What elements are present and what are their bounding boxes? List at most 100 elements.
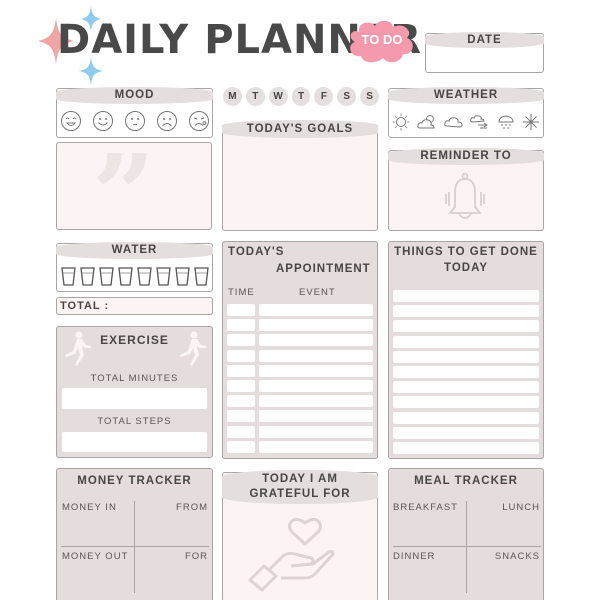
money-for-label: FOR: [184, 551, 208, 562]
appointment-event-field[interactable]: [259, 440, 373, 453]
weekday-selector: M T W T F S S: [223, 87, 383, 107]
todo-item-field[interactable]: [393, 366, 539, 378]
money-out-label: MONEY OUT: [62, 551, 129, 562]
money-tracker-label: MONEY TRACKER: [77, 475, 192, 487]
appointment-event-field[interactable]: [259, 395, 373, 408]
weather-label: WEATHER: [388, 87, 544, 104]
cloudy-icon[interactable]: [443, 113, 464, 129]
water-glass-icon[interactable]: [194, 267, 209, 286]
appointment-time-field[interactable]: [227, 425, 255, 438]
appointment-time-field[interactable]: [227, 380, 255, 392]
smiling-face-icon[interactable]: [92, 110, 114, 132]
todo-item-field[interactable]: [393, 350, 539, 363]
sun-icon[interactable]: [392, 113, 410, 131]
todo-label: TO DO: [361, 32, 403, 47]
goals-panel[interactable]: [222, 124, 378, 231]
rain-snow-icon[interactable]: [497, 113, 515, 131]
exercise-label: EXERCISE: [100, 333, 169, 347]
bell-icon: [445, 172, 485, 219]
appointment-event-field[interactable]: [259, 410, 373, 423]
appointment-time-field[interactable]: [227, 334, 255, 347]
day-sunday[interactable]: S: [360, 87, 380, 106]
grateful-label-line1: TODAY I AM: [262, 473, 338, 485]
appointment-time-field[interactable]: [227, 349, 255, 362]
windy-icon[interactable]: [470, 113, 490, 131]
todo-list-label-line1: THINGS TO GET DONE: [394, 246, 538, 258]
dinner-label: DINNER: [393, 551, 436, 562]
water-glass-icon[interactable]: [175, 267, 190, 286]
laughing-face-icon[interactable]: [60, 110, 82, 132]
appointment-time-field[interactable]: [227, 410, 255, 423]
water-total-label: TOTAL :: [60, 300, 110, 312]
total-steps-field[interactable]: [62, 432, 207, 452]
money-horizontal-divider: [61, 546, 209, 547]
appointment-time-field[interactable]: [227, 319, 255, 332]
appointment-event-field[interactable]: [259, 319, 373, 332]
todo-item-field[interactable]: [393, 442, 539, 454]
money-in-label: MONEY IN: [62, 502, 117, 513]
quote-icon: ”: [92, 130, 156, 259]
todo-item-field[interactable]: [393, 426, 539, 439]
sad-face-icon[interactable]: [156, 110, 178, 132]
water-glass-icon[interactable]: [99, 267, 114, 286]
partly-cloudy-icon[interactable]: [417, 113, 437, 131]
appointment-event-field[interactable]: [259, 364, 373, 377]
header: DAILY PLANNER TO DO DATE: [0, 0, 600, 86]
date-label: DATE: [425, 32, 544, 48]
water-glass-icon[interactable]: [80, 267, 95, 286]
day-thursday[interactable]: T: [291, 87, 311, 106]
snacks-label: SNACKS: [494, 551, 540, 562]
day-friday[interactable]: F: [314, 87, 334, 106]
lunch-label: LUNCH: [502, 502, 540, 513]
money-vertical-divider: [134, 501, 135, 593]
appointment-label-line2: APPOINTMENT: [276, 263, 371, 275]
water-glass-icon[interactable]: [137, 267, 152, 286]
appointment-time-field[interactable]: [227, 364, 255, 377]
grateful-label-line2: GRATEFUL FOR: [249, 488, 351, 500]
todo-item-field[interactable]: [393, 411, 539, 424]
water-glasses: [61, 267, 209, 287]
water-glass-icon[interactable]: [118, 267, 133, 286]
mood-label: MOOD: [56, 87, 213, 104]
todo-item-field[interactable]: [393, 305, 539, 318]
reminder-label: REMINDER TO: [388, 148, 544, 165]
todo-item-field[interactable]: [393, 320, 539, 333]
todo-item-field[interactable]: [393, 381, 539, 394]
snowflake-icon[interactable]: [522, 113, 540, 131]
todo-list-label-line2: TODAY: [444, 262, 488, 274]
meal-horizontal-divider: [393, 546, 541, 547]
goals-label: TODAY'S GOALS: [222, 120, 378, 138]
appointment-time-field[interactable]: [227, 440, 255, 453]
day-saturday[interactable]: S: [337, 87, 357, 106]
day-monday[interactable]: M: [223, 87, 242, 106]
appointment-event-field[interactable]: [259, 304, 373, 316]
total-minutes-field[interactable]: [62, 388, 207, 409]
day-tuesday[interactable]: T: [245, 87, 265, 106]
appointment-event-field[interactable]: [259, 349, 373, 362]
neutral-face-icon[interactable]: [124, 110, 146, 132]
water-label: WATER: [56, 242, 213, 259]
money-from-label: FROM: [176, 502, 208, 513]
water-glass-icon[interactable]: [156, 267, 171, 286]
todo-item-field[interactable]: [393, 335, 539, 348]
crying-face-icon[interactable]: [188, 110, 210, 132]
appointment-time-field[interactable]: [227, 395, 255, 408]
weather-icons: [392, 113, 540, 133]
meal-tracker-label: MEAL TRACKER: [414, 475, 518, 487]
water-glass-icon[interactable]: [61, 267, 76, 286]
breakfast-label: BREAKFAST: [393, 502, 458, 513]
heart-hand-icon: [248, 517, 335, 592]
appointment-event-field[interactable]: [259, 334, 373, 347]
time-column-header: TIME: [228, 287, 255, 298]
total-steps-label: TOTAL STEPS: [97, 416, 172, 427]
appointment-event-field[interactable]: [259, 380, 373, 392]
total-minutes-label: TOTAL MINUTES: [90, 373, 179, 384]
event-column-header: EVENT: [299, 287, 336, 298]
todo-item-field[interactable]: [393, 290, 539, 302]
meal-vertical-divider: [466, 501, 467, 593]
todo-item-field[interactable]: [393, 396, 539, 409]
todo-badge: TO DO: [347, 18, 417, 64]
appointment-event-field[interactable]: [259, 425, 373, 438]
appointment-time-field[interactable]: [227, 304, 255, 316]
day-wednesday[interactable]: W: [268, 87, 288, 106]
